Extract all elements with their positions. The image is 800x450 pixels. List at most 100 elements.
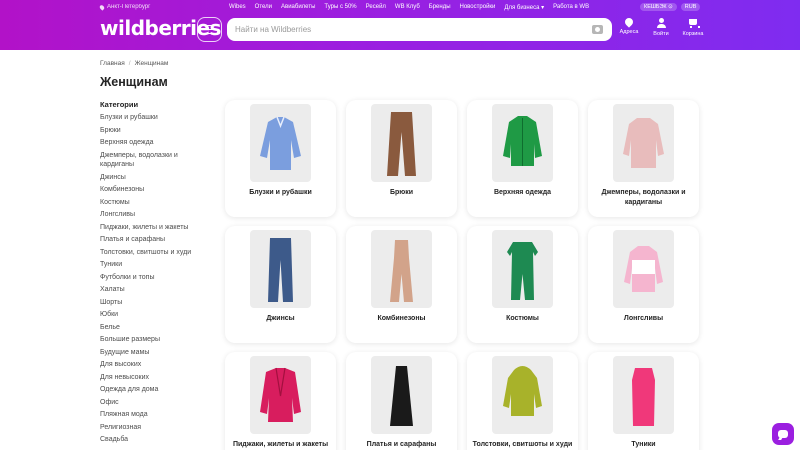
category-label: Брюки (389, 189, 414, 196)
chat-button[interactable] (772, 423, 794, 445)
category-label: Верхняя одежда (493, 189, 552, 196)
location-pin-icon (98, 3, 106, 11)
sidebar-heading: Категории (100, 100, 139, 109)
page-title: Женщинам (100, 75, 168, 89)
top-nav-item[interactable]: Работа в WB (553, 4, 589, 11)
menu-bar (204, 32, 215, 35)
sidebar-item[interactable]: Пиджаки, жилеты и жакеты (100, 223, 210, 233)
cart-label: Корзина (682, 31, 704, 37)
category-card[interactable]: Лонгсливы (588, 226, 699, 343)
currency-badge[interactable]: RUB (680, 3, 701, 11)
menu-button[interactable] (197, 17, 222, 42)
breadcrumb: Главная / Женщинам (100, 60, 168, 67)
category-card[interactable]: Брюки (346, 100, 457, 217)
site-header: Анкт-Петербург Wibes Отели Авиабилеты Ту… (0, 0, 800, 50)
header-actions: Адреса Войти Корзина (618, 16, 704, 37)
cashback-badge[interactable]: КЕШБЭК ⊙ (640, 3, 677, 11)
sidebar-item[interactable]: Одежда для дома (100, 385, 210, 395)
sidebar-item[interactable]: Религиозная (100, 423, 210, 433)
sidebar-item[interactable]: Большие размеры (100, 335, 210, 345)
breadcrumb-current: Женщинам (134, 60, 169, 67)
sidebar-item[interactable]: Толстовки, свитшоты и худи (100, 248, 210, 258)
category-image (492, 230, 553, 308)
sidebar-item[interactable]: Лонгсливы (100, 210, 210, 220)
category-label: Лонгсливы (623, 315, 664, 322)
category-label: Платья и сарафаны (366, 441, 437, 448)
category-label: Костюмы (506, 315, 539, 322)
category-image (250, 104, 311, 182)
sidebar-item[interactable]: Для высоких (100, 360, 210, 370)
cart-button[interactable]: Корзина (682, 18, 704, 37)
category-grid: Блузки и рубашки Брюки Верхняя одежда Джемп… (225, 100, 699, 450)
chat-icon (778, 430, 788, 438)
top-nav-item[interactable]: Туры с 50% (324, 4, 356, 11)
sidebar-item[interactable]: Свадьба (100, 435, 210, 445)
menu-bar (204, 24, 215, 27)
category-card[interactable]: Пиджаки, жилеты и жакеты (225, 352, 336, 450)
category-image (492, 104, 553, 182)
category-card[interactable]: Платья и сарафаны (346, 352, 457, 450)
sidebar-item[interactable]: Футболки и топы (100, 273, 210, 283)
header-badges: КЕШБЭК ⊙ RUB (640, 3, 701, 11)
top-nav-item[interactable]: Для бизнеса ▾ (504, 4, 544, 11)
category-label: Толстовки, свитшоты и худи (472, 441, 573, 448)
category-label: Комбинезоны (377, 315, 426, 322)
sidebar-item[interactable]: Для невысоких (100, 373, 210, 383)
login-button[interactable]: Войти (650, 18, 672, 37)
sidebar-item[interactable]: Туники (100, 260, 210, 270)
sidebar-list: Блузки и рубашки Брюки Верхняя одежда Джемп… (100, 113, 210, 445)
cart-icon (688, 18, 700, 28)
category-label: Туники (631, 441, 656, 448)
sidebar-item[interactable]: Будущие мамы (100, 348, 210, 358)
sidebar-item[interactable]: Юбки (100, 310, 210, 320)
category-image (250, 230, 311, 308)
sidebar-item[interactable]: Комбинезоны (100, 185, 210, 195)
login-label: Войти (653, 31, 669, 37)
sidebar-item[interactable]: Офис (100, 398, 210, 408)
sidebar-item[interactable]: Джемперы, водолазки и кардиганы (100, 151, 210, 170)
user-icon (656, 18, 666, 28)
category-sidebar: Категории Блузки и рубашки Брюки Верхняя о… (100, 100, 210, 448)
top-nav: Wibes Отели Авиабилеты Туры с 50% Ресейл… (229, 4, 589, 11)
top-nav-item[interactable]: Wibes (229, 4, 246, 11)
top-nav-item[interactable]: Бренды (429, 4, 451, 11)
sidebar-item[interactable]: Пляжная мода (100, 410, 210, 420)
top-nav-item[interactable]: Новостройки (460, 4, 496, 11)
category-card[interactable]: Верхняя одежда (467, 100, 578, 217)
category-card[interactable]: Джемперы, водолазки и кардиганы (588, 100, 699, 217)
addresses-button[interactable]: Адреса (618, 16, 640, 37)
top-nav-item[interactable]: Авиабилеты (281, 4, 315, 11)
sidebar-item[interactable]: Верхняя одежда (100, 138, 210, 148)
top-nav-item[interactable]: WB Клуб (395, 4, 420, 11)
sidebar-item[interactable]: Платья и сарафаны (100, 235, 210, 245)
category-label: Блузки и рубашки (249, 189, 312, 196)
sidebar-item[interactable]: Костюмы (100, 198, 210, 208)
category-image (492, 356, 553, 434)
breadcrumb-separator: / (128, 60, 131, 67)
category-card[interactable]: Блузки и рубашки (225, 100, 336, 217)
category-image (371, 230, 432, 308)
menu-bar (204, 28, 215, 31)
category-card[interactable]: Толстовки, свитшоты и худи (467, 352, 578, 450)
sidebar-item[interactable]: Белье (100, 323, 210, 333)
sidebar-item[interactable]: Блузки и рубашки (100, 113, 210, 123)
addresses-label: Адреса (619, 29, 639, 35)
top-nav-item[interactable]: Ресейл (366, 4, 386, 11)
sidebar-item[interactable]: Халаты (100, 285, 210, 295)
top-nav-item[interactable]: Отели (255, 4, 272, 11)
sidebar-item[interactable]: Джинсы (100, 173, 210, 183)
category-card[interactable]: Джинсы (225, 226, 336, 343)
sidebar-item[interactable]: Шорты (100, 298, 210, 308)
top-line: Анкт-Петербург Wibes Отели Авиабилеты Ту… (0, 3, 800, 14)
location-link[interactable]: Анкт-Петербург (98, 3, 150, 11)
category-image (371, 104, 432, 182)
sidebar-item[interactable]: Брюки (100, 126, 210, 136)
category-card[interactable]: Комбинезоны (346, 226, 457, 343)
camera-search-icon[interactable] (592, 25, 603, 34)
category-image (250, 356, 311, 434)
category-label: Пиджаки, жилеты и жакеты (232, 441, 329, 448)
category-card[interactable]: Туники (588, 352, 699, 450)
breadcrumb-home[interactable]: Главная (100, 60, 125, 67)
search-input[interactable] (227, 18, 612, 41)
category-card[interactable]: Костюмы (467, 226, 578, 343)
